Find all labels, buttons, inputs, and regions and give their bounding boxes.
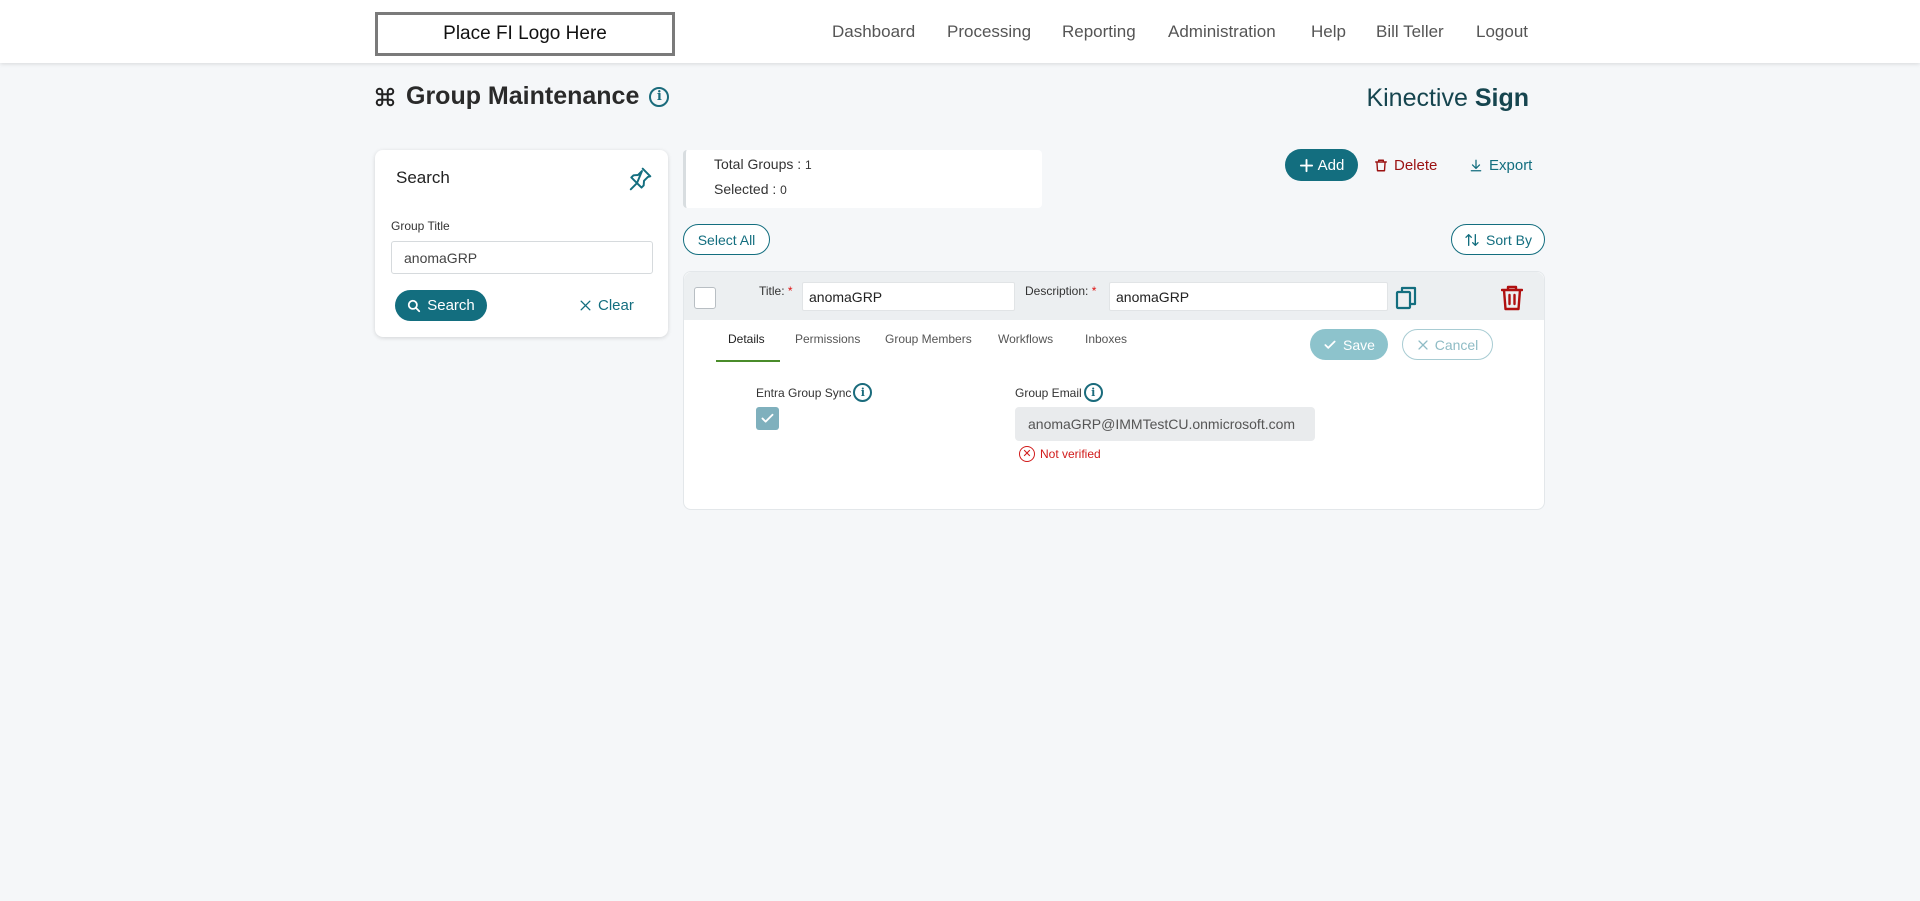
select-all-button[interactable]: Select All (683, 224, 770, 255)
group-select-checkbox[interactable] (694, 287, 716, 309)
checkmark-icon (1323, 338, 1337, 352)
cancel-button-label: Cancel (1434, 336, 1479, 353)
search-button[interactable]: Search (395, 290, 487, 321)
entra-group-sync-label-text: Entra Group Sync (756, 385, 852, 400)
save-button-label: Save (1343, 336, 1375, 353)
search-panel-title: Search (396, 168, 450, 187)
total-groups-label: Total Groups : (714, 156, 806, 172)
fi-logo-placeholder: Place FI Logo Here (375, 12, 675, 56)
nav-processing[interactable]: Processing (947, 0, 1031, 63)
error-circle-icon: ✕ (1019, 446, 1035, 462)
nav-user-bill-teller[interactable]: Bill Teller (1376, 0, 1444, 63)
close-icon (579, 299, 592, 312)
verification-status-text: Not verified (1040, 447, 1101, 461)
group-description-input[interactable]: anomaGRP (1109, 282, 1388, 311)
tab-details[interactable]: Details (728, 332, 765, 346)
copy-icon[interactable] (1395, 286, 1417, 315)
search-panel: Search Group Title anomaGRP Search Clear (375, 150, 668, 337)
page-title-row: Group Maintenance i (374, 82, 670, 111)
tab-group-members[interactable]: Group Members (885, 332, 972, 346)
search-icon (407, 299, 421, 313)
nav-logout[interactable]: Logout (1476, 0, 1528, 63)
sort-by-button[interactable]: Sort By (1451, 224, 1545, 255)
info-icon[interactable]: i (649, 86, 670, 107)
total-groups: Total Groups : 1 (714, 156, 812, 172)
title-label-text: Title: (759, 284, 785, 298)
info-icon[interactable]: i (853, 383, 873, 402)
cancel-button[interactable]: Cancel (1402, 329, 1493, 360)
trash-icon (1374, 158, 1388, 173)
pin-icon[interactable] (627, 166, 653, 192)
export-button-label: Export (1489, 156, 1533, 174)
group-title-input[interactable]: anomaGRP (802, 282, 1015, 311)
add-group-button[interactable]: Add (1285, 149, 1358, 181)
entra-group-sync-checkbox[interactable] (756, 407, 779, 430)
plus-icon (1299, 158, 1314, 173)
group-card: Title: * anomaGRP Description: * anomaGR… (683, 271, 1545, 510)
top-navigation-bar: Place FI Logo Here Dashboard Processing … (0, 0, 1920, 63)
search-button-label: Search (427, 297, 475, 314)
delete-group-trash-icon[interactable] (1500, 285, 1524, 316)
group-title-search-input[interactable]: anomaGRP (391, 241, 653, 274)
delete-button[interactable]: Delete (1374, 149, 1437, 181)
clear-button[interactable]: Clear (579, 290, 634, 321)
required-marker: * (787, 284, 793, 298)
nav-help[interactable]: Help (1311, 0, 1346, 63)
selected-count: Selected : 0 (714, 181, 787, 197)
total-groups-count: 1 (805, 158, 812, 172)
clear-button-label: Clear (598, 297, 634, 314)
selected-label: Selected : (714, 181, 781, 197)
sort-icon (1464, 232, 1480, 248)
nav-reporting[interactable]: Reporting (1062, 0, 1136, 63)
command-icon (374, 86, 396, 108)
close-icon (1417, 339, 1429, 351)
title-label: Title: * (759, 284, 793, 298)
group-email-label: Group Email i (1015, 383, 1103, 402)
description-label: Description: * (1025, 284, 1096, 298)
tab-inboxes[interactable]: Inboxes (1085, 332, 1127, 346)
required-marker: * (1091, 284, 1097, 298)
export-button[interactable]: Export (1469, 149, 1532, 181)
group-title-label: Group Title (391, 219, 450, 233)
nav-dashboard[interactable]: Dashboard (832, 0, 915, 63)
brand-logo: Kinective Sign (1366, 84, 1529, 113)
group-email-label-text: Group Email (1015, 385, 1082, 400)
delete-button-label: Delete (1394, 156, 1438, 174)
tab-workflows[interactable]: Workflows (998, 332, 1053, 346)
group-card-header: Title: * anomaGRP Description: * anomaGR… (684, 272, 1544, 320)
active-tab-indicator (716, 360, 780, 362)
nav-administration[interactable]: Administration (1168, 0, 1276, 63)
tab-permissions[interactable]: Permissions (795, 332, 860, 346)
email-verification-status: ✕ Not verified (1019, 446, 1101, 462)
checkmark-icon (760, 411, 775, 426)
save-button[interactable]: Save (1310, 329, 1388, 360)
selected-count-value: 0 (780, 183, 787, 197)
group-email-field[interactable]: anomaGRP@IMMTestCU.onmicrosoft.com (1015, 407, 1315, 441)
page-title: Group Maintenance (406, 82, 640, 110)
brand-name-light: Kinective (1366, 84, 1475, 112)
sort-by-label: Sort By (1486, 231, 1532, 248)
add-button-label: Add (1317, 156, 1345, 174)
entra-group-sync-label: Entra Group Sync i (756, 383, 873, 402)
download-icon (1469, 158, 1483, 173)
group-summary-panel: Total Groups : 1 Selected : 0 (683, 150, 1042, 208)
brand-name-bold: Sign (1474, 84, 1529, 112)
description-label-text: Description: (1025, 284, 1089, 298)
info-icon[interactable]: i (1083, 383, 1103, 402)
